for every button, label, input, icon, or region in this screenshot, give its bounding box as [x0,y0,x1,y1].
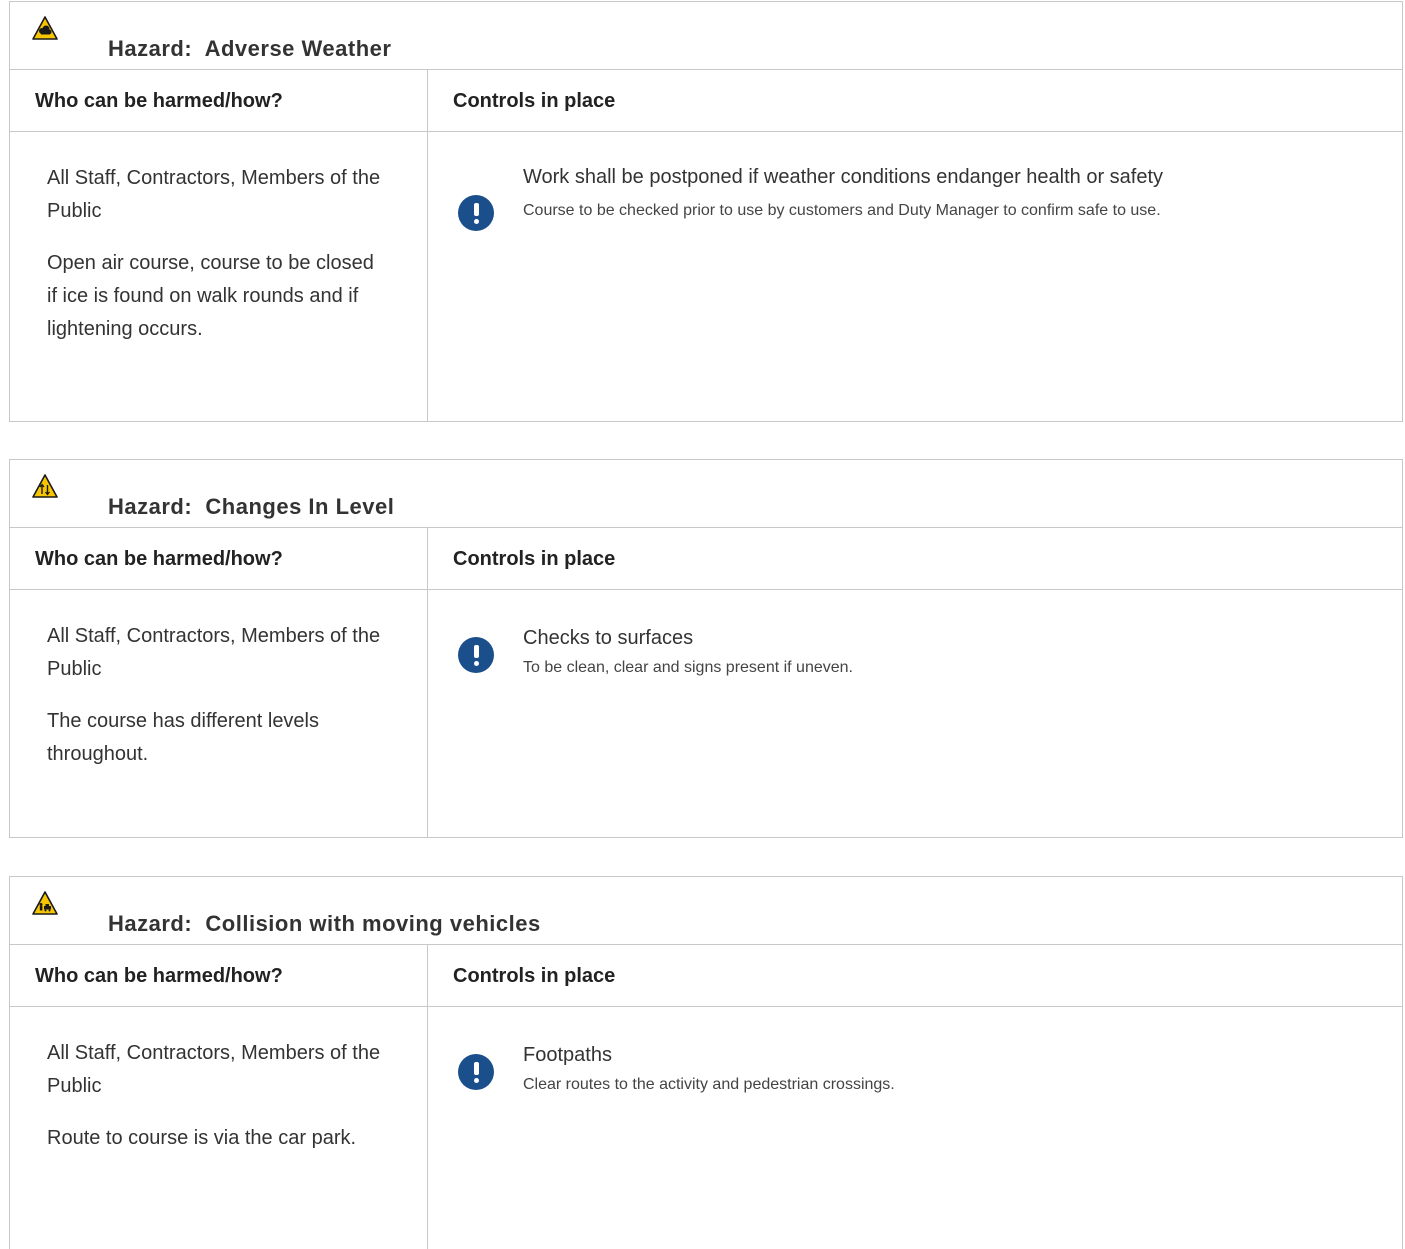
column-divider [427,1007,428,1249]
column-headers: Who can be harmed/how? Controls in place [10,70,1402,132]
hazard-body: All Staff, Contractors, Members of the P… [10,132,1402,421]
exclamation-icon [458,637,494,673]
hazard-body: All Staff, Contractors, Members of the P… [10,1007,1402,1249]
hazard-title: Hazard: Collision with moving vehicles [108,911,541,936]
warning-weather-icon [32,16,58,40]
column-headers: Who can be harmed/how? Controls in place [10,945,1402,1007]
control-description: Clear routes to the activity and pedestr… [523,1076,895,1093]
control-title: Work shall be postponed if weather condi… [523,166,1164,188]
control-measure: Checks to surfaces To be clean, clear an… [523,624,1373,683]
control-description: To be clean, clear and signs present if … [523,659,853,676]
hazard-title: Hazard: Adverse Weather [108,36,392,61]
harm-description: The course has different levels througho… [47,710,320,765]
harm-description: Open air course, course to be closed if … [47,252,374,340]
who-affected: All Staff, Contractors, Members of the P… [47,625,381,680]
hazard-card-collision-vehicles: Hazard: Collision with moving vehicles W… [9,876,1403,1249]
hazard-header: Hazard: Adverse Weather [10,2,1402,70]
who-harmed-text: All Staff, Contractors, Members of the P… [47,162,387,365]
column-divider [427,945,428,1006]
control-title: Footpaths [523,1044,612,1066]
control-measure: Work shall be postponed if weather condi… [523,163,1373,226]
exclamation-icon [458,195,494,231]
risk-assessment-page: Hazard: Adverse Weather Who can be harme… [0,0,1405,1249]
who-harmed-text: All Staff, Contractors, Members of the P… [47,1037,387,1174]
who-affected: All Staff, Contractors, Members of the P… [47,167,381,222]
column-divider [427,132,428,421]
controls-column-header: Controls in place [453,965,616,987]
warning-level-change-icon [32,474,58,498]
column-divider [427,590,428,837]
who-harmed-text: All Staff, Contractors, Members of the P… [47,620,387,790]
exclamation-icon [458,1054,494,1090]
controls-column-header: Controls in place [453,548,616,570]
hazard-card-adverse-weather: Hazard: Adverse Weather Who can be harme… [9,1,1403,422]
control-title: Checks to surfaces [523,627,694,649]
column-divider [427,528,428,589]
control-description: Course to be checked prior to use by cus… [523,202,1161,219]
hazard-header: Hazard: Changes In Level [10,460,1402,528]
who-column-header: Who can be harmed/how? [35,548,283,570]
hazard-body: All Staff, Contractors, Members of the P… [10,590,1402,837]
column-divider [427,70,428,131]
harm-description: Route to course is via the car park. [47,1127,357,1149]
column-headers: Who can be harmed/how? Controls in place [10,528,1402,590]
hazard-title: Hazard: Changes In Level [108,494,395,519]
who-column-header: Who can be harmed/how? [35,965,283,987]
warning-vehicle-icon [32,891,58,915]
hazard-header: Hazard: Collision with moving vehicles [10,877,1402,945]
controls-column-header: Controls in place [453,90,616,112]
who-column-header: Who can be harmed/how? [35,90,283,112]
control-measure: Footpaths Clear routes to the activity a… [523,1041,1373,1100]
hazard-card-changes-in-level: Hazard: Changes In Level Who can be harm… [9,459,1403,838]
who-affected: All Staff, Contractors, Members of the P… [47,1042,381,1097]
